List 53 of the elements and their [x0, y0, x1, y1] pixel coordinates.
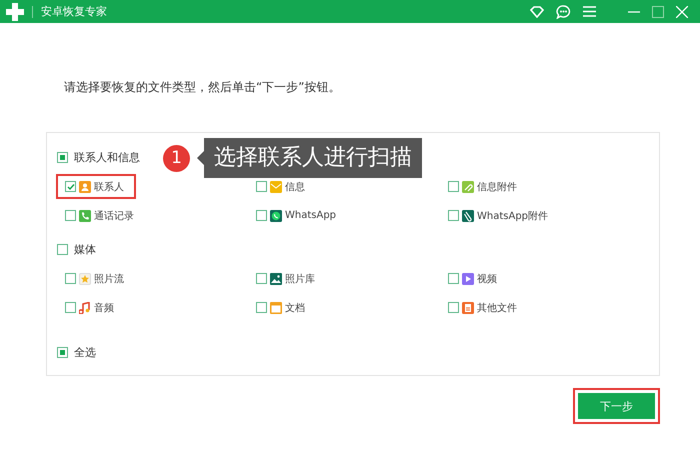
step-badge: 1 [163, 144, 190, 172]
music-note-icon [79, 302, 91, 314]
option-label: 通话记录 [94, 210, 134, 222]
option-label: 音频 [94, 302, 114, 314]
checkbox[interactable] [256, 210, 267, 221]
checkbox[interactable] [65, 302, 76, 313]
person-icon [79, 180, 91, 192]
option-label: WhatsApp [285, 210, 336, 221]
option-label: 信息附件 [477, 180, 517, 194]
menu-icon[interactable] [583, 6, 596, 17]
option-label: 联系人 [94, 180, 124, 194]
star-icon [79, 272, 91, 284]
document-icon [462, 302, 474, 314]
chat-bubble-icon [270, 210, 282, 222]
envelope-icon [270, 180, 282, 192]
checkbox[interactable] [256, 302, 267, 313]
group-label: 媒体 [74, 242, 96, 256]
close-icon[interactable] [676, 6, 688, 18]
checkbox[interactable] [256, 273, 267, 284]
checkbox[interactable] [448, 181, 459, 192]
option-label: 文档 [285, 302, 305, 314]
select-all-label: 全选 [74, 344, 96, 360]
option-label: 信息 [285, 180, 305, 194]
checkbox[interactable] [65, 273, 76, 284]
maximize-icon[interactable] [652, 6, 664, 18]
instruction-text: 请选择要恢复的文件类型，然后单击“下一步”按钮。 [64, 79, 342, 96]
window-title: 安卓恢复专家 [41, 4, 107, 19]
checkbox[interactable] [448, 273, 459, 284]
checkbox[interactable] [57, 346, 68, 358]
paperclip-icon [462, 210, 474, 222]
checkbox[interactable] [57, 152, 68, 162]
checkbox[interactable] [65, 181, 76, 192]
attachment-icon [462, 180, 474, 192]
checkbox[interactable] [256, 181, 267, 192]
option-label: 其他文件 [477, 302, 517, 314]
phone-icon [79, 210, 91, 222]
play-icon [462, 272, 474, 284]
option-label: 照片流 [94, 272, 124, 286]
diamond-icon[interactable] [530, 6, 544, 18]
plus-logo-icon [6, 2, 24, 20]
chat-icon[interactable] [556, 4, 571, 18]
next-button[interactable]: 下一步 [578, 393, 655, 419]
group-label: 联系人和信息 [74, 150, 140, 164]
option-label: 照片库 [285, 272, 315, 286]
checkbox[interactable] [57, 244, 68, 254]
checkbox[interactable] [448, 302, 459, 313]
tooltip: 选择联系人进行扫描 [197, 138, 422, 178]
image-icon [270, 272, 282, 284]
option-label: WhatsApp附件 [477, 210, 548, 222]
option-label: 视频 [477, 272, 497, 286]
checkbox[interactable] [448, 210, 459, 221]
folder-icon [270, 302, 282, 314]
checkbox[interactable] [65, 210, 76, 221]
